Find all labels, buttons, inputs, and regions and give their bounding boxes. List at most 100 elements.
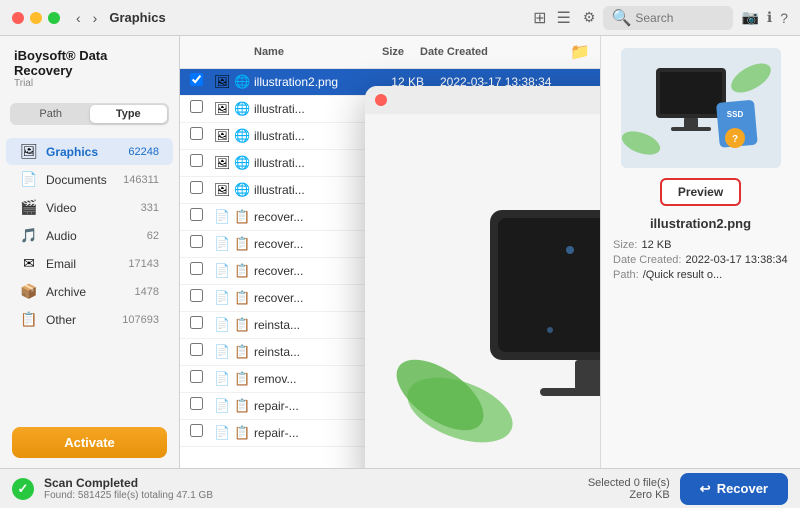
file-checkbox-7[interactable] xyxy=(190,262,203,275)
file-format-icon-8: 📋 xyxy=(234,290,254,306)
recover-icon: ↩ xyxy=(700,481,711,497)
file-format-icon-10: 📋 xyxy=(234,344,254,360)
sidebar-item-other[interactable]: 📋 Other 107693 xyxy=(6,306,173,333)
file-type-icon-1: 🖼 xyxy=(214,101,234,117)
sidebar-item-video[interactable]: 🎬 Video 331 xyxy=(6,194,173,221)
sidebar-item-email[interactable]: ✉ Email 17143 xyxy=(6,250,173,277)
sidebar-icon-archive: 📦 xyxy=(20,283,38,300)
file-check-7[interactable] xyxy=(190,262,214,280)
sidebar-count-archive: 1478 xyxy=(135,286,159,298)
svg-text:SSD: SSD xyxy=(726,110,743,119)
sidebar-item-graphics[interactable]: 🖼 Graphics 62248 xyxy=(6,138,173,165)
sidebar-item-audio[interactable]: 🎵 Audio 62 xyxy=(6,222,173,249)
info-icon[interactable]: ℹ xyxy=(767,9,772,26)
preview-overlay: ? SSD xyxy=(365,86,600,468)
file-check-1[interactable] xyxy=(190,100,214,118)
file-checkbox-3[interactable] xyxy=(190,154,203,167)
sidebar-label-video: Video xyxy=(46,201,133,215)
file-checkbox-12[interactable] xyxy=(190,397,203,410)
camera-icon[interactable]: 📷 xyxy=(741,9,758,26)
scan-status: Scan Completed Found: 581425 file(s) tot… xyxy=(44,476,578,501)
list-view-button[interactable]: ☰ xyxy=(553,6,575,30)
app-subtitle: Trial xyxy=(14,78,165,89)
file-name-8: recover... xyxy=(254,291,360,305)
file-check-2[interactable] xyxy=(190,127,214,145)
sidebar-label-graphics: Graphics xyxy=(46,145,120,159)
date-label: Date Created: xyxy=(613,254,681,266)
file-check-9[interactable] xyxy=(190,316,214,334)
sidebar-items: 🖼 Graphics 62248 📄 Documents 146311 🎬 Vi… xyxy=(0,133,179,417)
file-checkbox-6[interactable] xyxy=(190,235,203,248)
file-type-icon-13: 📄 xyxy=(214,425,234,441)
file-checkbox-4[interactable] xyxy=(190,181,203,194)
forward-button[interactable]: › xyxy=(89,8,102,28)
file-checkbox-9[interactable] xyxy=(190,316,203,329)
file-check-13[interactable] xyxy=(190,424,214,442)
file-check-3[interactable] xyxy=(190,154,214,172)
file-name-9: reinsta... xyxy=(254,318,360,332)
file-check-12[interactable] xyxy=(190,397,214,415)
file-type-icon-10: 📄 xyxy=(214,344,234,360)
right-panel: ? SSD Preview illustration2.png Size: 12… xyxy=(600,36,800,468)
sidebar-label-email: Email xyxy=(46,257,120,271)
maximize-button[interactable] xyxy=(48,12,60,24)
sidebar-icon-email: ✉ xyxy=(20,255,38,272)
file-checkbox-8[interactable] xyxy=(190,289,203,302)
file-format-icon-5: 📋 xyxy=(234,209,254,225)
close-button[interactable] xyxy=(12,12,24,24)
file-checkbox-5[interactable] xyxy=(190,208,203,221)
date-column-header: Date Created xyxy=(420,46,570,58)
nav-arrows: ‹ › xyxy=(72,8,101,28)
file-format-icon-12: 📋 xyxy=(234,398,254,414)
sidebar-item-documents[interactable]: 📄 Documents 146311 xyxy=(6,166,173,193)
file-checkbox-13[interactable] xyxy=(190,424,203,437)
file-type-icon-12: 📄 xyxy=(214,398,234,414)
file-checkbox-1[interactable] xyxy=(190,100,203,113)
sidebar-count-graphics: 62248 xyxy=(128,146,159,158)
sidebar-label-audio: Audio xyxy=(46,229,139,243)
status-bar: ✓ Scan Completed Found: 581425 file(s) t… xyxy=(0,468,800,508)
svg-text:?: ? xyxy=(731,134,737,145)
file-check-11[interactable] xyxy=(190,370,214,388)
tab-type[interactable]: Type xyxy=(90,105,168,123)
tab-path[interactable]: Path xyxy=(12,105,90,123)
file-check-4[interactable] xyxy=(190,181,214,199)
file-checkbox-2[interactable] xyxy=(190,127,203,140)
sidebar-header: iBoysoft® Data Recovery Trial xyxy=(0,36,179,95)
file-type-icon-7: 📄 xyxy=(214,263,234,279)
file-check-0[interactable] xyxy=(190,73,214,91)
back-button[interactable]: ‹ xyxy=(72,8,85,28)
file-check-10[interactable] xyxy=(190,343,214,361)
selected-files-size: Zero KB xyxy=(588,489,670,501)
preview-button[interactable]: Preview xyxy=(660,178,741,206)
file-format-icon-0: 🌐 xyxy=(234,74,254,90)
help-icon[interactable]: ? xyxy=(780,10,788,26)
file-format-icon-9: 📋 xyxy=(234,317,254,333)
file-check-5[interactable] xyxy=(190,208,214,226)
search-input[interactable] xyxy=(635,11,725,25)
search-icon: 🔍 xyxy=(611,8,631,28)
selected-files-count: Selected 0 file(s) xyxy=(588,477,670,489)
sidebar-count-video: 331 xyxy=(141,202,159,214)
file-check-6[interactable] xyxy=(190,235,214,253)
activate-button[interactable]: Activate xyxy=(12,427,167,458)
grid-view-button[interactable]: ⊞ xyxy=(529,6,550,30)
file-check-8[interactable] xyxy=(190,289,214,307)
file-type-icon-9: 📄 xyxy=(214,317,234,333)
sidebar-item-archive[interactable]: 📦 Archive 1478 xyxy=(6,278,173,305)
preview-thumbnail: ? SSD xyxy=(621,48,781,168)
file-checkbox-10[interactable] xyxy=(190,343,203,356)
selected-info: Selected 0 file(s) Zero KB xyxy=(588,477,670,501)
minimize-button[interactable] xyxy=(30,12,42,24)
overlay-close-button[interactable] xyxy=(375,94,387,106)
toolbar-right: ⊞ ☰ ⚙ 🔍 📷 ℹ ? xyxy=(529,6,788,30)
filter-button[interactable]: ⚙ xyxy=(583,9,596,26)
breadcrumb: Graphics xyxy=(109,10,529,25)
file-checkbox-0[interactable] xyxy=(190,73,203,86)
file-list-header: Name Size Date Created 📁 xyxy=(180,36,600,69)
sidebar: iBoysoft® Data Recovery Trial Path Type … xyxy=(0,36,180,468)
file-checkbox-11[interactable] xyxy=(190,370,203,383)
sidebar-count-documents: 146311 xyxy=(123,174,159,186)
sidebar-count-other: 107693 xyxy=(122,314,159,326)
recover-button[interactable]: ↩ Recover xyxy=(680,473,788,505)
